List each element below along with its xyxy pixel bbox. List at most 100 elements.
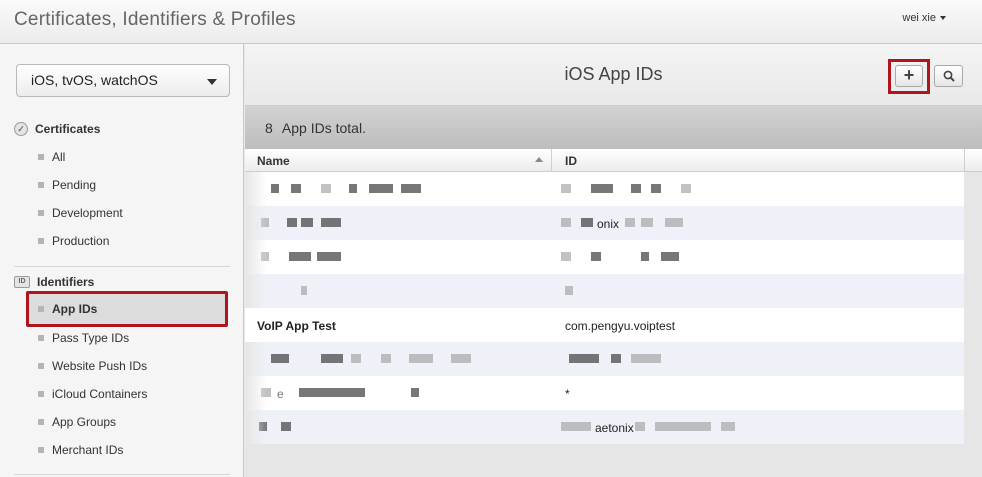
redacted-text xyxy=(611,354,621,363)
add-button[interactable]: + xyxy=(895,65,923,87)
app-ids-table: Name ID onix VoIP App Test com.pengyu.vo… xyxy=(245,149,964,444)
app-name: VoIP App Test xyxy=(257,319,336,333)
bullet-icon xyxy=(38,419,44,425)
table-row[interactable]: onix xyxy=(245,206,964,240)
bullet-icon xyxy=(38,306,44,312)
row-fade xyxy=(245,172,267,206)
redacted-text xyxy=(349,184,357,193)
certificate-icon: ✓ xyxy=(14,122,28,136)
app-id: aetonix xyxy=(595,421,634,435)
sidebar-item-all[interactable]: All xyxy=(26,143,228,171)
add-button-highlight: + xyxy=(888,59,930,94)
redacted-text xyxy=(317,252,341,261)
redacted-text xyxy=(369,184,393,193)
redacted-text xyxy=(561,252,571,261)
sidebar-item-pending[interactable]: Pending xyxy=(26,171,228,199)
section-identifiers-label: Identifiers xyxy=(37,275,95,289)
sidebar-divider xyxy=(14,266,230,267)
redacted-text xyxy=(301,286,307,295)
sidebar-item-label: Pending xyxy=(52,178,97,192)
redacted-text xyxy=(451,354,471,363)
redacted-text xyxy=(625,218,635,227)
redacted-text xyxy=(321,184,331,193)
sidebar-item-label: App IDs xyxy=(52,302,98,316)
redacted-text xyxy=(409,354,433,363)
caret-down-icon xyxy=(940,16,946,20)
column-header-id[interactable]: ID xyxy=(565,154,577,168)
chevron-down-icon xyxy=(207,79,217,85)
total-count-bar: 8 App IDs total. xyxy=(245,106,982,149)
redacted-text xyxy=(289,252,311,261)
search-button[interactable] xyxy=(934,65,963,87)
column-separator xyxy=(551,149,552,172)
total-count: 8 xyxy=(265,120,273,136)
redacted-text xyxy=(631,184,641,193)
row-fade xyxy=(245,410,267,444)
redacted-text xyxy=(271,354,289,363)
redacted-text xyxy=(287,218,297,227)
platform-select[interactable]: iOS, tvOS, watchOS xyxy=(16,64,230,97)
redacted-text xyxy=(721,422,735,431)
column-header-name[interactable]: Name xyxy=(257,154,290,168)
bullet-icon xyxy=(38,363,44,369)
sidebar-item-merchant-ids[interactable]: Merchant IDs xyxy=(26,436,228,464)
row-fade xyxy=(245,342,267,376)
redacted-text xyxy=(661,252,679,261)
redacted-text xyxy=(561,184,571,193)
main-header: iOS App IDs + xyxy=(245,44,982,106)
total-label: App IDs total. xyxy=(281,120,366,136)
sidebar-item-pass-type-ids[interactable]: Pass Type IDs xyxy=(26,324,228,352)
table-row[interactable] xyxy=(245,172,964,206)
redacted-text xyxy=(565,286,573,295)
redacted-text xyxy=(591,252,601,261)
page-title: iOS App IDs xyxy=(564,64,663,84)
sidebar-item-icloud-containers[interactable]: iCloud Containers xyxy=(26,380,228,408)
section-identifiers: ID Identifiers xyxy=(14,275,94,289)
redacted-text xyxy=(299,388,365,397)
redacted-text xyxy=(561,422,591,431)
row-fade xyxy=(245,274,267,308)
redacted-text xyxy=(569,354,599,363)
app-id: * xyxy=(565,387,570,401)
sidebar-item-development[interactable]: Development xyxy=(26,199,228,227)
table-row[interactable]: e * xyxy=(245,376,964,410)
sidebar-item-label: Development xyxy=(52,206,123,220)
app-id: onix xyxy=(597,217,620,231)
sidebar-item-website-push-ids[interactable]: Website Push IDs xyxy=(26,352,228,380)
redacted-text xyxy=(635,422,645,431)
table-row[interactable] xyxy=(245,274,964,308)
redacted-text xyxy=(351,354,361,363)
redacted-text xyxy=(591,184,613,193)
sidebar-divider xyxy=(14,474,230,475)
table-row[interactable]: aetonix xyxy=(245,410,964,444)
table-row[interactable] xyxy=(245,240,964,274)
sidebar-item-label: iCloud Containers xyxy=(52,387,148,401)
app-id: com.pengyu.voiptest xyxy=(565,319,676,333)
redacted-text xyxy=(401,184,421,193)
sidebar-item-label: App Groups xyxy=(52,415,117,429)
sidebar-item-production[interactable]: Production xyxy=(26,227,228,255)
sidebar-item-label: Production xyxy=(52,234,110,248)
redacted-text xyxy=(561,218,571,227)
sidebar: iOS, tvOS, watchOS ✓ Certificates All Pe… xyxy=(0,44,244,477)
sort-ascending-icon[interactable] xyxy=(535,157,543,162)
bullet-icon xyxy=(38,447,44,453)
redacted-text xyxy=(321,218,341,227)
id-card-icon: ID xyxy=(14,276,30,288)
main-panel: iOS App IDs + 8 App IDs total. Name ID o… xyxy=(245,44,982,477)
bullet-icon xyxy=(38,391,44,397)
redacted-text xyxy=(641,218,653,227)
sidebar-item-app-groups[interactable]: App Groups xyxy=(26,408,228,436)
platform-select-value: iOS, tvOS, watchOS xyxy=(31,72,158,88)
table-row[interactable]: VoIP App Test com.pengyu.voiptest xyxy=(245,308,964,342)
redacted-text xyxy=(631,354,661,363)
bullet-icon xyxy=(38,154,44,160)
redacted-text xyxy=(321,354,343,363)
section-certificates-label: Certificates xyxy=(35,122,101,136)
redacted-text xyxy=(411,388,419,397)
table-row[interactable] xyxy=(245,342,964,376)
redacted-text xyxy=(651,184,661,193)
sidebar-item-app-ids[interactable]: App IDs xyxy=(26,291,228,327)
user-name: wei xie xyxy=(902,12,936,24)
user-menu[interactable]: wei xie xyxy=(902,12,946,24)
